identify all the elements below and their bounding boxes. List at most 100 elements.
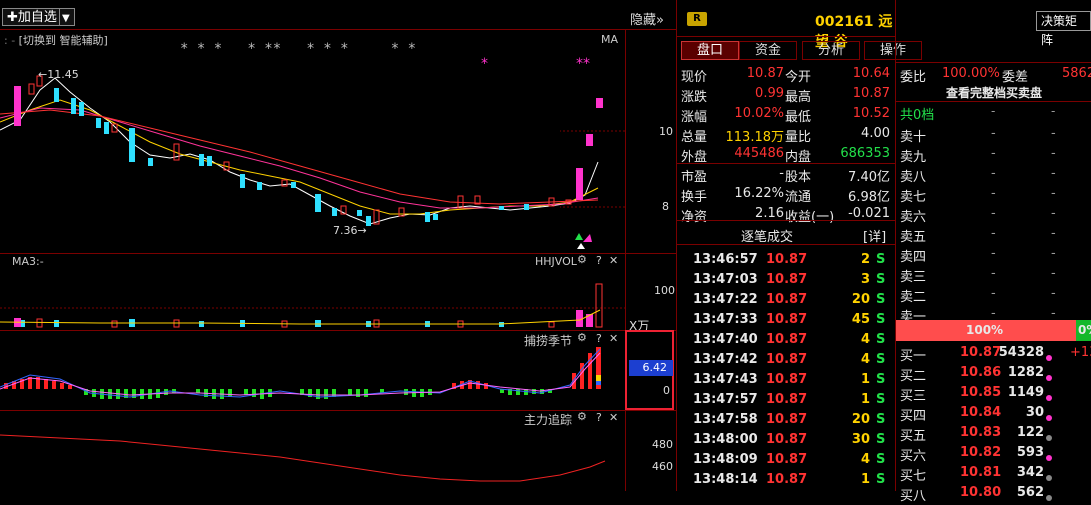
magenta-marker: ** (576, 56, 590, 72)
bid-level-row[interactable]: 买四 10.84 30 (896, 403, 1091, 424)
decision-matrix-button[interactable]: 决策矩阵 (1036, 11, 1091, 47)
quote-stat-row: 涨幅 10.02% 最低 10.52 (681, 106, 890, 125)
gear-icon[interactable]: ⚙ (577, 410, 587, 423)
chevron-down-icon: ▼ (62, 13, 70, 24)
candle (96, 118, 101, 128)
tick-time: 13:47:58 (693, 412, 758, 427)
candle (425, 212, 430, 222)
bid-level-row[interactable]: 买五 10.83 122 (896, 423, 1091, 444)
candle (366, 216, 371, 226)
full-book-link[interactable]: 查看完整档买卖盘 (946, 84, 1042, 101)
volume-indicator-name[interactable]: HHJVOL (535, 255, 577, 268)
candle (71, 98, 76, 114)
candle (207, 156, 212, 166)
tick-row: 13:47:03 10.87 3 S (677, 270, 896, 290)
gear-icon[interactable]: ⚙ (577, 253, 587, 266)
header-divider (896, 62, 1091, 63)
add-watchlist-button[interactable]: ✚加自选 (2, 8, 62, 26)
watchlist-dropdown-button[interactable]: ▼ (59, 8, 75, 26)
tick-row: 13:48:14 10.87 1 S (677, 470, 896, 490)
tick-volume: 20 (851, 292, 870, 307)
bid-level-row[interactable]: 买七 10.81 342 (896, 463, 1091, 484)
candlestick-chart[interactable] (0, 30, 625, 255)
candle (54, 88, 59, 102)
candle (240, 174, 245, 188)
ticks-title: 逐笔成交 (741, 230, 794, 245)
tab-orderbook[interactable]: 盘口 (681, 41, 739, 60)
help-icon[interactable]: ? (596, 411, 602, 424)
candles-up (28, 75, 572, 225)
candle (104, 122, 109, 134)
help-icon[interactable]: ? (596, 332, 602, 345)
tick-side: S (876, 432, 886, 447)
ask-level-row[interactable]: 卖十 - - (896, 124, 1091, 145)
candle (199, 154, 204, 166)
quote-stat-row: 外盘 445486 内盘 686353 (681, 146, 890, 165)
tick-row: 13:47:57 10.87 1 S (677, 390, 896, 410)
bid-level-row[interactable]: 买三 10.85 1149 (896, 383, 1091, 404)
trend-line-chart (0, 434, 606, 482)
tick-time: 13:47:42 (693, 352, 758, 367)
tick-time: 13:47:33 (693, 312, 758, 327)
help-icon[interactable]: ? (596, 254, 602, 267)
ask-level-row[interactable]: 卖九 - - (896, 144, 1091, 165)
ask-level-row[interactable]: 卖四 - - (896, 244, 1091, 265)
bid-level-row[interactable]: 买一10.8754328+13 (896, 343, 1091, 364)
price-axis-line (625, 30, 626, 491)
ask-level-row[interactable]: 卖八 - - (896, 164, 1091, 185)
tick-time: 13:48:09 (693, 452, 758, 467)
ticks-detail-link[interactable]: [详] (863, 226, 886, 245)
total-levels-label: 共0档 (900, 108, 935, 123)
candle (28, 83, 35, 95)
tick-volume: 20 (851, 412, 870, 427)
bid-level-row[interactable]: 买二 10.86 1282 (896, 363, 1091, 384)
tick-side: S (876, 252, 886, 267)
candle (79, 102, 84, 116)
close-icon[interactable]: ✕ (609, 332, 618, 345)
ask-level-row[interactable]: 卖二 - - (896, 284, 1091, 305)
tick-volume: 1 (860, 372, 870, 387)
tick-row: 13:47:33 10.87 45 S (677, 310, 896, 330)
ask-level-row[interactable]: 卖六 - - (896, 204, 1091, 225)
quote-stat-row: 净资 2.16 收益(一) -0.021 (681, 206, 890, 225)
close-icon[interactable]: ✕ (609, 411, 618, 424)
tick-row: 13:47:58 10.87 20 S (677, 410, 896, 430)
tab-funds[interactable]: 资金 (739, 41, 797, 60)
volume-tick-100: 100 (654, 284, 675, 297)
close-icon[interactable]: ✕ (609, 254, 618, 267)
quote-stat-row: 换手 16.22% 流通 6.98亿 (681, 186, 890, 205)
section-divider (677, 244, 896, 245)
candle (596, 98, 603, 108)
ask-level-row[interactable]: 卖五 - - (896, 224, 1091, 245)
order-dot-icon (1046, 490, 1052, 505)
tick-price: 10.87 (766, 392, 808, 407)
tick-time: 13:47:22 (693, 292, 758, 307)
bid-level-row[interactable]: 买八 10.80 562 (896, 483, 1091, 505)
tick-row: 13:48:00 10.87 30 S (677, 430, 896, 450)
panel-divider (0, 330, 676, 331)
panel-divider (0, 410, 676, 411)
tick-volume: 4 (860, 452, 870, 467)
tick-row: 13:46:57 10.87 2 S (677, 250, 896, 270)
bid-level-row[interactable]: 买六 10.82 593 (896, 443, 1091, 464)
price-tick-8: 8 (662, 200, 669, 213)
tick-volume: 45 (851, 312, 870, 327)
trend-tick-480: 480 (652, 438, 673, 451)
tick-price: 10.87 (766, 472, 808, 487)
candle (315, 194, 321, 212)
candle (433, 214, 438, 220)
tick-time: 13:47:40 (693, 332, 758, 347)
candle (524, 204, 529, 210)
ask-level-row[interactable]: 卖三 - - (896, 264, 1091, 285)
tab-analysis[interactable]: 分析 (802, 41, 860, 60)
tick-price: 10.87 (766, 352, 808, 367)
tick-price: 10.87 (766, 312, 808, 327)
margin-badge: R (687, 12, 707, 26)
gear-icon[interactable]: ⚙ (577, 331, 587, 344)
ask-level-row[interactable]: 卖七 - - (896, 184, 1091, 205)
kline-chart-area[interactable]: ✚加自选 ▼ 隐藏» : - [切换到 智能辅助] MA * * * * ** … (0, 0, 676, 491)
tick-price: 10.87 (766, 292, 808, 307)
indicator-value-tag: 6.42 (629, 360, 673, 376)
hide-panel-button[interactable]: 隐藏» (630, 9, 664, 28)
tick-volume: 30 (851, 432, 870, 447)
